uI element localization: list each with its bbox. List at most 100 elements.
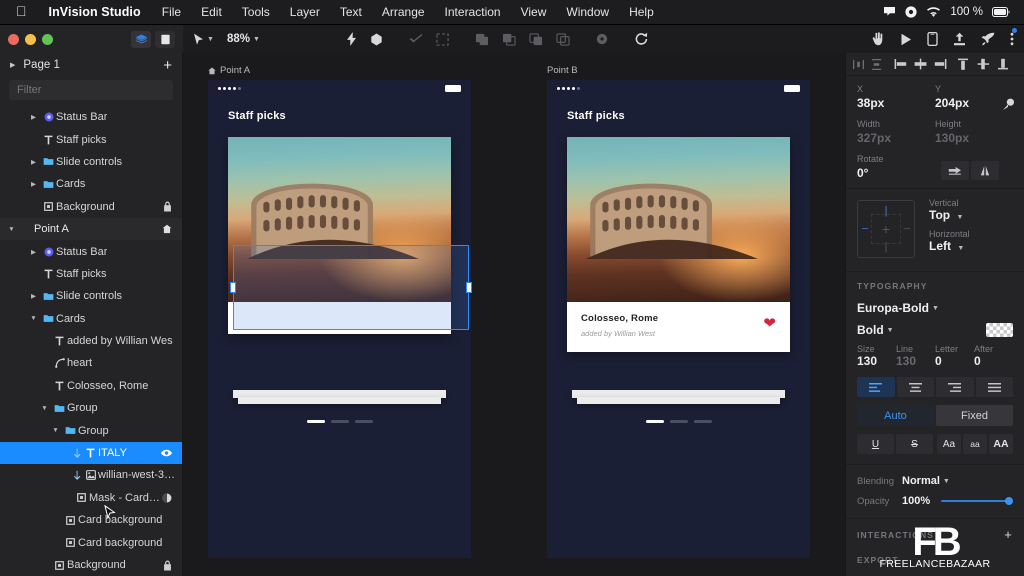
component-icon[interactable] (370, 33, 383, 46)
rotate-icon[interactable] (634, 32, 649, 46)
flip-horizontal-icon[interactable] (941, 161, 969, 180)
union-icon[interactable] (475, 33, 489, 46)
font-family-value[interactable]: Europa-Bold (857, 301, 929, 315)
chevron-down-icon[interactable]: ▼ (887, 327, 894, 334)
chevron-down-icon[interactable]: ▼ (40, 405, 49, 412)
letter-field[interactable]: Letter 0 (935, 344, 974, 368)
home-icon[interactable] (162, 224, 182, 234)
padding-widget[interactable]: | – – | + (857, 200, 915, 258)
size-value[interactable]: 130 (857, 354, 896, 368)
difference-icon[interactable] (556, 32, 570, 46)
align-bottom-icon[interactable] (997, 58, 1010, 70)
width-field[interactable]: Width 327px (857, 119, 935, 145)
hand-icon[interactable] (872, 32, 885, 46)
resize-handle-left[interactable] (230, 282, 236, 293)
x-value[interactable]: 38px (857, 96, 935, 110)
design-canvas[interactable]: Point A Staff picks Point B Staff picks … (183, 53, 845, 576)
layer-row-mask-card-b[interactable]: Mask - Card b… (0, 487, 182, 509)
rocket-icon[interactable] (981, 32, 995, 46)
line-value[interactable]: 130 (896, 354, 935, 368)
rotate-value[interactable]: 0° (857, 166, 929, 180)
chevron-down-icon[interactable]: ▼ (51, 427, 60, 434)
chevron-down-icon[interactable]: ▼ (7, 226, 16, 233)
align-right-icon[interactable] (934, 58, 947, 70)
menu-item-text[interactable]: Text (330, 5, 372, 19)
blending-value[interactable]: Normal (902, 475, 940, 487)
chevron-down-icon[interactable]: ▼ (943, 478, 950, 485)
padding-left-handle[interactable]: – (862, 223, 868, 235)
flip-vertical-icon[interactable] (971, 161, 999, 180)
resize-handle-right[interactable] (466, 282, 472, 293)
horizontal-align-select[interactable]: Left ▼ (929, 239, 970, 253)
chevron-down-icon[interactable]: ▼ (957, 245, 964, 252)
heart-icon[interactable]: ❤ (763, 314, 776, 332)
chevron-down-icon[interactable]: ▼ (29, 315, 38, 322)
vertical-align-select[interactable]: Top ▼ (929, 208, 970, 222)
layer-row-card-background[interactable]: Card background (0, 509, 182, 531)
align-middle-icon[interactable] (977, 58, 990, 70)
opacity-value[interactable]: 100% (902, 495, 930, 507)
case-upper-button[interactable]: AA (989, 434, 1013, 454)
layer-row-willian-west-3[interactable]: willian-west-3… (0, 464, 182, 486)
grid-icon[interactable] (436, 32, 449, 46)
lightning-icon[interactable] (346, 32, 357, 46)
distribute-horizontal-icon[interactable] (853, 59, 864, 70)
artboard-b-frame[interactable]: Staff picks Colosseo, Rome added by Will… (547, 80, 810, 558)
layer-row-slide-controls[interactable]: ▶ Slide controls (0, 285, 182, 307)
layer-row-cards[interactable]: ▶ Cards (0, 173, 182, 195)
menu-item-arrange[interactable]: Arrange (372, 5, 435, 19)
layer-row-heart[interactable]: heart (0, 352, 182, 374)
menu-item-interaction[interactable]: Interaction (435, 5, 511, 19)
layer-row-added-by-willian-wes[interactable]: added by Willian Wes (0, 330, 182, 352)
case-lower-button[interactable]: aa (963, 434, 987, 454)
chevron-down-icon[interactable]: ▼ (932, 305, 939, 312)
text-align-right-icon[interactable] (936, 377, 974, 397)
wifi-icon[interactable] (926, 6, 941, 18)
layers-view-icon[interactable] (131, 30, 151, 48)
opacity-slider[interactable] (941, 496, 1013, 507)
layer-row-group[interactable]: ▼ Group (0, 419, 182, 441)
chevron-right-icon[interactable]: ▶ (29, 180, 38, 188)
chevron-right-icon[interactable]: ▶ (29, 248, 38, 256)
underline-button[interactable]: U (857, 434, 894, 454)
chevron-right-icon[interactable]: ▶ (29, 158, 38, 166)
layer-row-staff-picks[interactable]: Staff picks (0, 263, 182, 285)
apple-logo-icon[interactable]:  (8, 4, 38, 20)
menu-item-file[interactable]: File (152, 5, 191, 19)
menu-item-view[interactable]: View (511, 5, 557, 19)
align-top-icon[interactable] (957, 58, 970, 70)
layer-row-colosseo-rome[interactable]: Colosseo, Rome (0, 375, 182, 397)
artboard-point-b[interactable]: Point B Staff picks Colosseo, Rome added… (547, 65, 810, 558)
text-align-left-icon[interactable] (857, 377, 895, 397)
text-fit-auto-tab[interactable]: Auto (857, 405, 934, 426)
page-row[interactable]: ▶ Page 1 + (0, 53, 182, 77)
minimize-button[interactable] (25, 33, 36, 45)
layer-row-status-bar[interactable]: ▶ Status Bar (0, 240, 182, 262)
padding-bottom-handle[interactable]: | (885, 242, 888, 253)
size-field[interactable]: Size 130 (857, 344, 896, 368)
add-page-button[interactable]: + (163, 58, 172, 73)
padding-right-handle[interactable]: – (904, 223, 910, 235)
play-icon[interactable] (900, 33, 912, 46)
font-weight-value[interactable]: Bold (857, 323, 884, 337)
layer-row-cards[interactable]: ▼ Cards (0, 308, 182, 330)
text-color-swatch[interactable] (986, 323, 1013, 337)
menu-item-edit[interactable]: Edit (191, 5, 232, 19)
artboard-b-pager[interactable] (645, 420, 712, 423)
mask-icon[interactable] (162, 493, 182, 503)
pin-icon[interactable] (1002, 98, 1015, 114)
text-align-center-icon[interactable] (896, 377, 934, 397)
smart-connect-icon[interactable] (409, 33, 423, 46)
letter-value[interactable]: 0 (935, 354, 974, 368)
record-icon[interactable] (905, 6, 917, 18)
rotate-field[interactable]: Rotate 0° (857, 154, 929, 180)
layer-row-background[interactable]: Background (0, 196, 182, 218)
chevron-right-icon[interactable]: ▶ (10, 61, 15, 69)
menu-item-tools[interactable]: Tools (232, 5, 280, 19)
eye-icon[interactable] (161, 449, 182, 457)
artboard-a-pager[interactable] (306, 420, 373, 423)
align-center-horizontal-icon[interactable] (914, 58, 927, 70)
artboard-b-card[interactable]: Colosseo, Rome added by Willian West ❤ (567, 137, 790, 352)
close-button[interactable] (8, 33, 19, 45)
device-icon[interactable] (927, 32, 938, 46)
